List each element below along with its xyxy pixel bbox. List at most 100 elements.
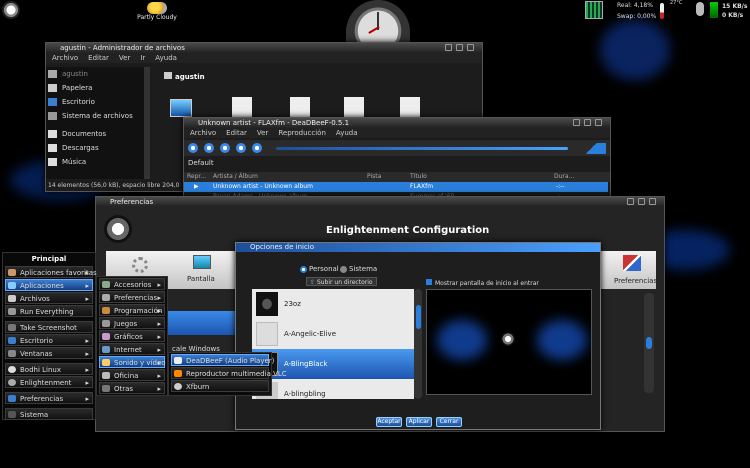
list-item[interactable]: 23oz xyxy=(252,289,414,319)
preferences-titlebar[interactable]: Preferencias xyxy=(96,197,664,207)
player-window[interactable]: Unknown artist - FLAXfm - DeaDBeeF-0.5.1… xyxy=(183,117,611,202)
folder-icon[interactable] xyxy=(290,97,310,119)
menu-ver[interactable]: Ver xyxy=(119,54,130,62)
menu-item-accessories[interactable]: Accesorios ▸ xyxy=(99,278,165,290)
folder-icon[interactable] xyxy=(232,97,252,119)
file-manager-titlebar[interactable]: agustin - Administrador de archivos xyxy=(46,43,482,53)
list-item[interactable]: A-Angelic-Elive xyxy=(252,319,414,349)
sidebar-item-trash[interactable]: Papelera xyxy=(46,81,144,95)
stop-button[interactable] xyxy=(188,143,198,153)
menu-item-favorites[interactable]: Aplicaciones favoritas ▸ xyxy=(5,266,97,278)
main-menu[interactable]: Principal Aplicaciones favoritas ▸ Aplica… xyxy=(2,252,97,420)
menu-item-programming[interactable]: Programación ▸ xyxy=(99,304,165,316)
tools-icon[interactable] xyxy=(623,255,641,271)
list-item[interactable]: A-blingbling xyxy=(252,379,414,399)
startup-options-dialog[interactable]: Opciones de inicio Personal Sistema ⇧ Su… xyxy=(235,242,601,430)
sound-video-submenu[interactable]: DeaDBeeF (Audio Player) Reproductor mult… xyxy=(168,352,287,396)
desktop-folder-icon[interactable] xyxy=(170,99,192,117)
theme-list[interactable]: 23oz A-Angelic-Elive A-BlingBlack A-blin… xyxy=(252,289,414,399)
menu-item-xfburn[interactable]: Xfburn xyxy=(171,380,269,392)
preferences-label[interactable]: Preferencias xyxy=(614,277,657,285)
menu-item-graphics[interactable]: Gráficos ▸ xyxy=(99,330,165,342)
menu-ir[interactable]: Ir xyxy=(140,54,145,62)
table-row[interactable]: ▶ Unknown artist - Unknown album FLAXfm … xyxy=(184,182,608,192)
minimize-button[interactable] xyxy=(573,119,580,126)
menu-editar[interactable]: Editar xyxy=(88,54,109,62)
menu-item-system[interactable]: Sistema xyxy=(5,408,93,420)
maximize-button[interactable] xyxy=(584,119,591,126)
network-icon[interactable] xyxy=(710,2,718,18)
close-button[interactable] xyxy=(649,198,656,205)
close-button[interactable] xyxy=(467,44,474,51)
sidebar-item-desktop[interactable]: Escritorio xyxy=(46,95,144,109)
folder-icon[interactable] xyxy=(344,97,364,119)
maximize-button[interactable] xyxy=(456,44,463,51)
show-splash-checkbox[interactable]: Mostrar pantalla de inicio al entrar xyxy=(426,279,539,287)
close-button[interactable] xyxy=(595,119,602,126)
close-dialog-button[interactable]: Cerrar xyxy=(436,417,462,427)
preferences-scrollbar[interactable] xyxy=(644,293,654,393)
sidebar-item-home[interactable]: agustin xyxy=(46,67,144,81)
volume-bar[interactable] xyxy=(576,143,606,154)
menu-item-files[interactable]: Archivos ▸ xyxy=(5,292,93,304)
menu-reproduccion[interactable]: Reproducción xyxy=(278,129,326,137)
up-directory-button[interactable]: ⇧ Subir un directorio xyxy=(306,277,377,286)
menu-item-bodhi[interactable]: Bodhi Linux ▸ xyxy=(5,363,93,375)
menu-item-screenshot[interactable]: Take Screenshot xyxy=(5,321,93,333)
menu-item-deadbeef[interactable]: DeaDBeeF (Audio Player) xyxy=(171,354,274,366)
scroll-thumb[interactable] xyxy=(415,305,421,329)
menu-item-other[interactable]: Otras ▸ xyxy=(99,382,165,394)
apply-button[interactable]: Aplicar xyxy=(406,417,432,427)
menu-item-games[interactable]: Juegos ▸ xyxy=(99,317,165,329)
menu-item-internet[interactable]: Internet ▸ xyxy=(99,343,165,355)
maximize-button[interactable] xyxy=(638,198,645,205)
column-header[interactable]: Pista xyxy=(367,172,381,182)
menu-item-vlc[interactable]: Reproductor multimedia VLC xyxy=(171,367,287,379)
sidebar-scrollbar[interactable] xyxy=(144,67,150,179)
gear-icon[interactable] xyxy=(132,257,148,273)
bodhi-logo-icon[interactable] xyxy=(2,1,20,19)
theme-list-scrollbar[interactable] xyxy=(414,289,422,399)
player-titlebar[interactable]: Unknown artist - FLAXfm - DeaDBeeF-0.5.1 xyxy=(184,118,610,128)
radio-system[interactable]: Sistema xyxy=(340,265,377,273)
menu-editar[interactable]: Editar xyxy=(226,129,247,137)
menu-item-office[interactable]: Oficina ▸ xyxy=(99,369,165,381)
minimize-button[interactable] xyxy=(445,44,452,51)
applications-submenu[interactable]: Accesorios ▸ Preferencias ▸ Programación ▸ … xyxy=(96,276,168,396)
menu-ayuda[interactable]: Ayuda xyxy=(336,129,358,137)
column-header[interactable]: Artista / Álbum xyxy=(213,172,258,182)
folder-icon[interactable] xyxy=(400,97,420,119)
menu-item-windows[interactable]: Ventanas ▸ xyxy=(5,347,93,359)
startup-titlebar[interactable]: Opciones de inicio xyxy=(236,243,600,252)
minimize-button[interactable] xyxy=(627,198,634,205)
display-icon[interactable] xyxy=(193,255,211,269)
location-label[interactable]: agustin xyxy=(175,73,205,81)
menu-archivo[interactable]: Archivo xyxy=(190,129,216,137)
menu-ayuda[interactable]: Ayuda xyxy=(155,54,177,62)
radio-personal[interactable]: Personal xyxy=(300,265,339,273)
previous-button[interactable] xyxy=(236,143,246,153)
weather-widget[interactable]: Partly Cloudy xyxy=(132,2,182,24)
seek-bar[interactable] xyxy=(276,147,568,150)
menu-item-applications[interactable]: Aplicaciones ▸ xyxy=(5,279,93,291)
play-button[interactable] xyxy=(204,143,214,153)
menu-ver[interactable]: Ver xyxy=(257,129,268,137)
sidebar-item-documents[interactable]: Documentos xyxy=(46,127,144,141)
menu-item-sound-video[interactable]: Sonido y vídeo ▸ xyxy=(99,356,166,368)
accept-button[interactable]: Aceptar xyxy=(376,417,402,427)
playlist-tab[interactable]: Default xyxy=(188,159,214,167)
menu-item-preferences[interactable]: Preferencias ▸ xyxy=(5,392,93,404)
menu-item-preferences[interactable]: Preferencias ▸ xyxy=(99,291,165,303)
menu-item-desktop[interactable]: Escritorio ▸ xyxy=(5,334,93,346)
menu-archivo[interactable]: Archivo xyxy=(52,54,78,62)
menu-item-enlightenment[interactable]: Enlightenment ▸ xyxy=(5,376,93,388)
cpu-monitor-icon[interactable] xyxy=(585,1,603,19)
column-header[interactable]: Repr... xyxy=(187,172,206,182)
column-header[interactable]: Dura... xyxy=(554,172,574,182)
sidebar-item-filesystem[interactable]: Sistema de archivos xyxy=(46,109,144,123)
pause-button[interactable] xyxy=(220,143,230,153)
menu-item-run-everything[interactable]: Run Everything xyxy=(5,305,93,317)
sidebar-item-music[interactable]: Música xyxy=(46,155,144,169)
display-label[interactable]: Pantalla xyxy=(187,275,215,283)
column-header[interactable]: Título xyxy=(410,172,427,182)
